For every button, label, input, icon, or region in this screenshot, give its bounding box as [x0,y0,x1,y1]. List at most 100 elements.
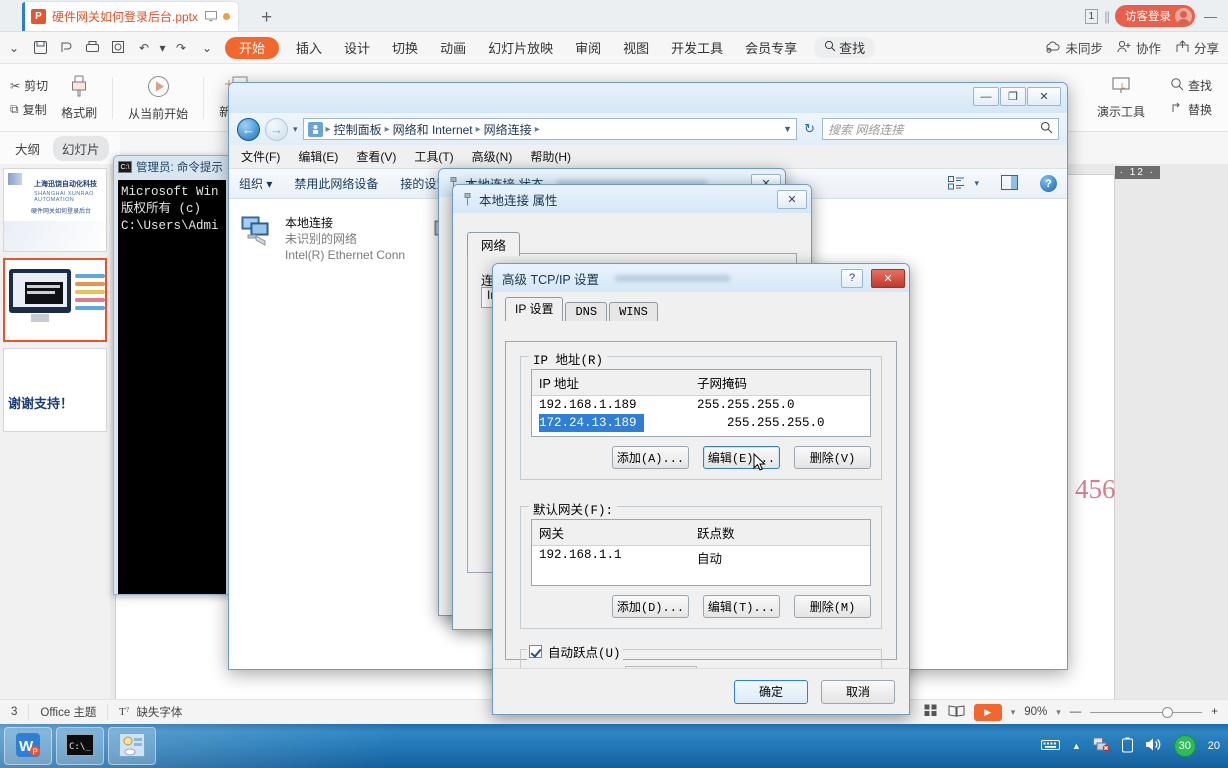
chevron-down-icon[interactable]: ▼ [783,124,792,134]
pane-tab-slides[interactable]: 幻灯片 [53,135,109,161]
tray-clock[interactable]: 20 [1208,740,1220,753]
slide-thumbnail-1[interactable]: 上海迅饶自动化科技 SHANGHAI XUNRAO AUTOMATION 硬件网… [3,168,107,252]
tab-wins[interactable]: WINS [609,302,658,321]
menu-file[interactable]: 文件(F) [241,148,280,165]
status-missing-font[interactable]: T? 缺失字体 [108,704,193,720]
ribbon-find-button[interactable]: 查找 [814,37,876,58]
ip-add-button[interactable]: 添加(A)... [612,446,689,469]
print-preview-icon[interactable] [54,36,78,60]
explorer-maximize-button[interactable]: ❐ [1000,87,1026,106]
gateway-row-1[interactable]: 192.168.1.1 自动 [532,546,870,569]
refresh-icon[interactable]: ↻ [802,121,817,137]
cloud-sync-button[interactable]: 未同步 [1045,38,1103,57]
lan-properties-tab-network[interactable]: 网络 [467,232,521,256]
zoom-slider-handle[interactable] [1162,706,1174,718]
ok-button[interactable]: 确定 [734,679,808,704]
zoom-out-button[interactable]: — [1070,706,1082,718]
new-tab-button[interactable]: + [253,8,280,31]
menu-tools[interactable]: 工具(T) [414,148,453,165]
taskbar-button-wps[interactable]: WP [4,727,52,765]
menu-view[interactable]: 查看(V) [356,148,396,165]
breadcrumb-item-control-panel[interactable]: 控制面板 [334,121,382,138]
lan-properties-titlebar[interactable]: 本地连接 属性 ✕ [453,185,811,213]
disable-device-button[interactable]: 禁用此网络设备 [294,175,378,192]
menu-edit[interactable]: 编辑(E) [298,148,338,165]
auto-metric-checkbox[interactable] [529,645,542,658]
ip-remove-button[interactable]: 删除(V) [794,446,871,469]
presentation-tools-button[interactable]: 演示工具 [1088,76,1154,120]
ribbon-tab-member[interactable]: 会员专享 [734,32,808,64]
print-icon[interactable] [80,36,104,60]
command-prompt-window[interactable]: C:\ 管理员: 命令提示 Microsoft Win 版权所有 (c) C:\… [113,155,231,595]
keyboard-icon[interactable] [1040,738,1060,754]
explorer-close-button[interactable]: ✕ [1027,87,1061,106]
status-theme[interactable]: Office 主题 [29,704,109,720]
ribbon-tab-review[interactable]: 审阅 [564,32,612,64]
tab-dns[interactable]: DNS [565,302,608,321]
lan-properties-close-button[interactable]: ✕ [777,189,807,209]
ribbon-tab-transition[interactable]: 切换 [381,32,429,64]
tray-expand-icon[interactable]: ▲ [1072,741,1081,751]
cut-button[interactable]: ✂ 剪切 [10,77,48,94]
slide-thumbnail-3[interactable]: 谢谢支持！ [3,348,107,432]
advanced-tcpip-close-button[interactable]: ✕ [871,268,905,288]
gateway-listbox[interactable]: 网关 跃点数 192.168.1.1 自动 [531,519,871,586]
redo-icon[interactable]: ↷ [169,36,193,60]
gateway-add-button[interactable]: 添加(D)... [612,595,689,618]
advanced-tcpip-dialog[interactable]: 高级 TCP/IP 设置 ? ✕ IP 设置 DNS WINS IP 地址(R)… [492,263,910,715]
taskbar-button-cmd[interactable]: C:\_ [56,727,104,765]
volume-icon[interactable] [1145,737,1162,755]
document-tab[interactable]: P 硬件网关如何登录后台.pptx [22,1,240,31]
tray-notification-badge[interactable]: 30 [1173,735,1196,757]
from-current-button[interactable]: 从当前开始 [119,74,197,122]
menu-help[interactable]: 帮助(H) [530,148,571,165]
gateway-edit-button[interactable]: 编辑(T)... [703,595,780,618]
breadcrumb[interactable]: ▸ 控制面板 ▸ 网络和 Internet ▸ 网络连接 ▸ ▼ [302,118,798,140]
monitor-icon[interactable] [204,10,217,23]
breadcrumb-item-network-internet[interactable]: 网络和 Internet [393,121,473,138]
save-icon[interactable] [28,36,52,60]
zoom-slider[interactable] [1090,706,1203,718]
copy-button[interactable]: ⧉ 复制 [10,101,48,118]
battery-icon[interactable] [1121,737,1133,756]
taskbar-button-network-connections[interactable] [108,727,156,765]
search-doc-icon[interactable] [106,36,130,60]
forward-icon[interactable]: → [265,117,288,141]
help-icon[interactable]: ? [1040,175,1057,192]
slide-thumbnail-pane[interactable]: 上海迅饶自动化科技 SHANGHAI XUNRAO AUTOMATION 硬件网… [0,164,110,699]
explorer-titlebar[interactable]: — ❐ ✕ [229,83,1067,113]
replace-button[interactable]: 替换 [1170,101,1212,118]
ribbon-tab-insert[interactable]: 插入 [285,32,333,64]
ribbon-tab-start[interactable]: 开始 [225,36,280,59]
auto-metric-checkbox-row[interactable]: 自动跃点(U) [529,642,621,661]
organize-button[interactable]: 组织 ▾ [239,175,272,192]
ribbon-tab-view[interactable]: 视图 [612,32,660,64]
window-minimize-button[interactable]: — [1201,9,1220,24]
preview-pane-icon[interactable] [1001,174,1018,193]
advanced-tcpip-help-button[interactable]: ? [841,268,863,288]
ribbon-tab-slideshow[interactable]: 幻灯片放映 [477,32,564,64]
pane-tab-outline[interactable]: 大纲 [6,136,49,161]
collaborate-button[interactable]: 协作 [1117,38,1161,57]
chevron-down-icon[interactable]: ⌄ [2,36,26,60]
grid-view-icon[interactable] [924,704,939,720]
ip-address-listbox[interactable]: IP 地址 子网掩码 192.168.1.189 255.255.255.0 1… [531,369,871,437]
ribbon-tab-design[interactable]: 设计 [333,32,381,64]
network-tray-icon[interactable] [1092,737,1110,755]
customize-qat-icon[interactable]: ⌄ [195,36,219,60]
back-icon[interactable]: ← [237,117,260,141]
cancel-button[interactable]: 取消 [821,679,895,704]
play-slideshow-button[interactable]: ▶ [973,703,1002,721]
reading-view-icon[interactable] [948,704,965,720]
format-painter-button[interactable]: 格式刷 [52,74,106,121]
zoom-in-button[interactable]: + [1211,706,1218,718]
ip-address-row-2[interactable]: 172.24.13.189 255.255.255.0 [532,414,870,432]
view-layout-icon[interactable] [948,176,966,191]
login-button[interactable]: 访客登录 [1115,5,1195,27]
explorer-minimize-button[interactable]: — [973,87,999,106]
slide-thumbnail-2[interactable] [3,258,107,342]
share-button[interactable]: 分享 [1175,38,1219,57]
connection-item-lan[interactable]: 本地连接 未识别的网络 Intel(R) Ethernet Conn [237,211,427,267]
play-dropdown-icon[interactable]: ▾ [1011,707,1016,718]
cmd-console-output[interactable]: Microsoft Win 版权所有 (c) C:\Users\Admi [118,180,226,594]
